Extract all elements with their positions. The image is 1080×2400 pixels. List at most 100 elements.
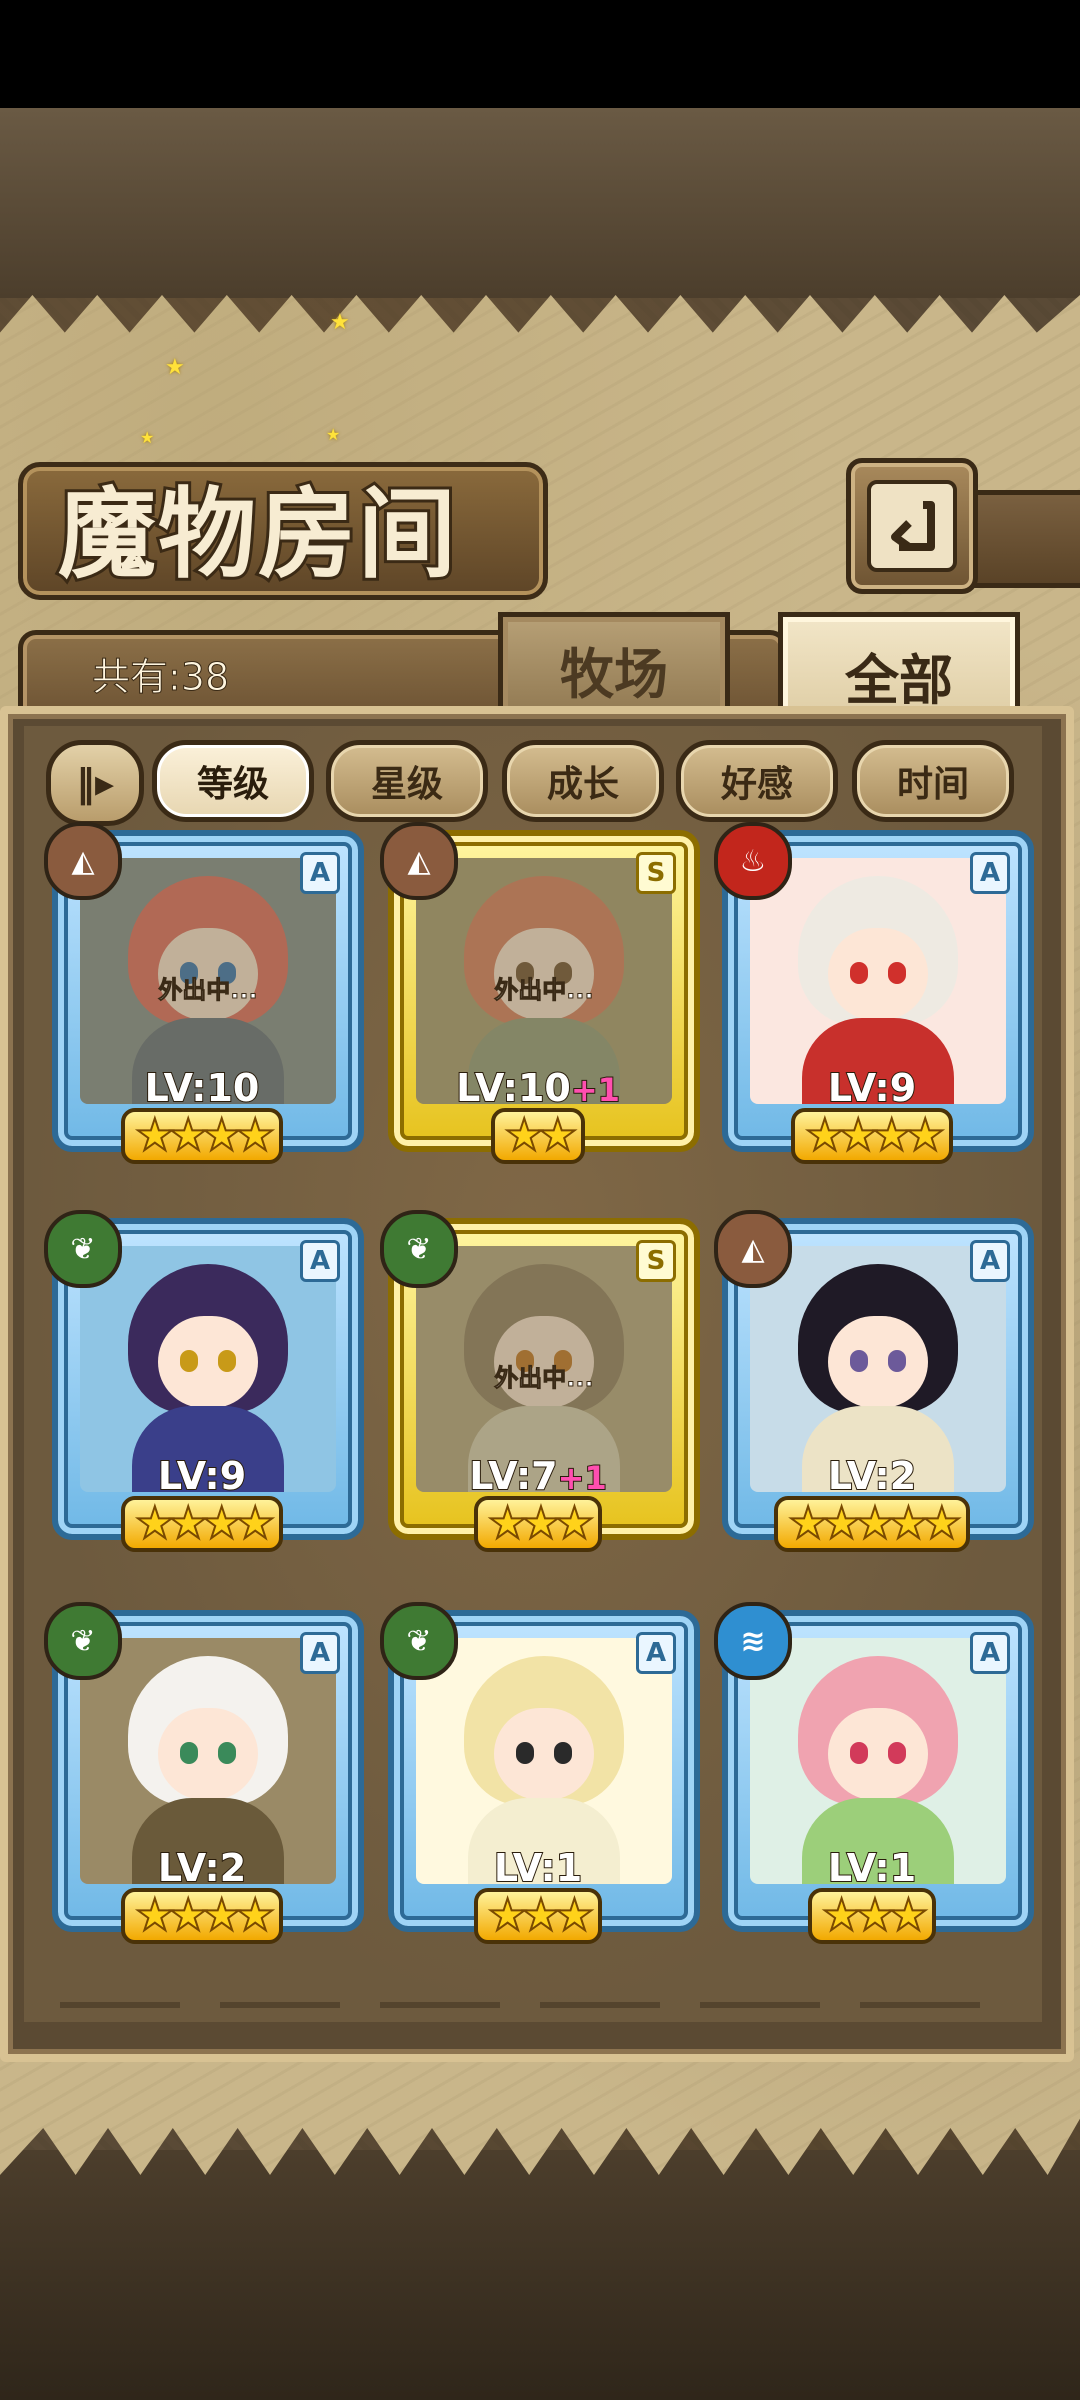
monster-eye <box>850 1742 868 1764</box>
back-arrow-icon <box>867 480 957 572</box>
sort-star-button[interactable]: 星级 <box>326 740 488 822</box>
level-label: LV:1 <box>388 1845 688 1891</box>
star-icons: ★★★ <box>473 1496 603 1552</box>
earth-element-icon: ◭ <box>380 822 458 900</box>
sparkle-icon: ★ <box>140 428 155 447</box>
star-rating: ★★★★ <box>52 1496 352 1552</box>
back-button-rail <box>960 490 1080 588</box>
monster-face <box>494 1708 594 1800</box>
rank-badge: A <box>970 852 1010 894</box>
sort-order-icon: ‖▸ <box>75 761 115 805</box>
grass-element-icon: ❦ <box>380 1602 458 1680</box>
star-rating: ★★ <box>388 1108 688 1164</box>
star-icons: ★★★ <box>473 1888 603 1944</box>
monster-eye <box>180 1350 198 1372</box>
grass-element-icon: ❦ <box>380 1210 458 1288</box>
monster-card[interactable]: A ♨ LV:9 ★★★★ <box>714 822 1034 1164</box>
level-value: LV:7 <box>468 1453 558 1499</box>
rank-badge: A <box>300 1632 340 1674</box>
page-title: 魔物房间 <box>55 474 459 595</box>
level-value: LV:1 <box>493 1845 583 1891</box>
star-rating: ★★★★ <box>52 1888 352 1944</box>
star-rating: ★★★★ <box>52 1108 352 1164</box>
scroll-hint <box>60 2002 1020 2008</box>
monster-face <box>158 1316 258 1408</box>
level-label: LV:1 <box>722 1845 1022 1891</box>
monster-eye <box>850 962 868 984</box>
monster-face <box>828 1316 928 1408</box>
monster-eye <box>888 1350 906 1372</box>
monster-card[interactable]: A ◭ LV:2 ★★★★★ <box>714 1210 1034 1552</box>
monster-eye <box>888 962 906 984</box>
level-value: LV:2 <box>157 1845 247 1891</box>
level-value: LV:10 <box>144 1065 261 1111</box>
level-value: LV:2 <box>827 1453 917 1499</box>
star-rating: ★★★ <box>388 1496 688 1552</box>
level-plus: +1 <box>557 1458 608 1498</box>
back-button[interactable] <box>846 458 978 594</box>
level-value: LV:1 <box>827 1845 917 1891</box>
monster-eye <box>888 1742 906 1764</box>
sort-time-button[interactable]: 时间 <box>852 740 1014 822</box>
monster-card[interactable]: A ❦ LV:9 ★★★★ <box>44 1210 364 1552</box>
rank-badge: A <box>300 852 340 894</box>
monster-card[interactable]: A ≋ LV:1 ★★★ <box>714 1602 1034 1944</box>
monster-card[interactable]: 外出中... S ❦ LV:7+1 ★★★ <box>380 1210 700 1552</box>
monster-eye <box>516 1742 534 1764</box>
rank-badge: S <box>636 1240 676 1282</box>
fire-element-icon: ♨ <box>714 822 792 900</box>
level-value: LV:10 <box>455 1065 572 1111</box>
away-label: 外出中... <box>494 976 594 1005</box>
status-bar <box>0 0 1080 108</box>
level-value: LV:9 <box>827 1065 917 1111</box>
level-label: LV:2 <box>722 1453 1022 1499</box>
sparkle-icon: ★ <box>330 310 350 335</box>
sort-level-button[interactable]: 等级 <box>152 740 314 822</box>
sort-order-toggle[interactable]: ‖▸ <box>46 740 144 826</box>
rank-badge: A <box>300 1240 340 1282</box>
level-label: LV:9 <box>52 1453 352 1499</box>
star-icons: ★★ <box>490 1108 586 1164</box>
level-label: LV:2 <box>52 1845 352 1891</box>
sort-affection-button[interactable]: 好感 <box>676 740 838 822</box>
star-rating: ★★★ <box>388 1888 688 1944</box>
sparkle-icon: ★ <box>165 355 185 380</box>
star-icons: ★★★★ <box>121 1496 283 1552</box>
star-icons: ★★★★ <box>121 1888 283 1944</box>
top-map-band <box>0 108 1080 298</box>
rank-badge: A <box>970 1632 1010 1674</box>
away-label: 外出中... <box>158 976 258 1005</box>
monster-eye <box>850 1350 868 1372</box>
monster-face <box>828 928 928 1020</box>
water-element-icon: ≋ <box>714 1602 792 1680</box>
level-label: LV:10+1 <box>388 1065 688 1111</box>
monster-card[interactable]: 外出中... A ◭ LV:10 ★★★★ <box>44 822 364 1164</box>
star-rating: ★★★★★ <box>722 1496 1022 1552</box>
star-icons: ★★★ <box>807 1888 937 1944</box>
level-label: LV:9 <box>722 1065 1022 1111</box>
earth-element-icon: ◭ <box>714 1210 792 1288</box>
sparkle-icon: ★ <box>326 425 341 444</box>
rank-badge: S <box>636 852 676 894</box>
monster-eye <box>218 1742 236 1764</box>
level-label: LV:10 <box>52 1065 352 1111</box>
star-rating: ★★★ <box>722 1888 1022 1944</box>
earth-element-icon: ◭ <box>44 822 122 900</box>
star-icons: ★★★★ <box>121 1108 283 1164</box>
monster-eye <box>218 1350 236 1372</box>
level-label: LV:7+1 <box>388 1453 688 1499</box>
rank-badge: A <box>970 1240 1010 1282</box>
monster-face <box>158 1708 258 1800</box>
monster-eye <box>180 1742 198 1764</box>
bottom-map-band <box>0 2150 1080 2400</box>
level-plus: +1 <box>570 1070 621 1110</box>
monster-card[interactable]: 外出中... S ◭ LV:10+1 ★★ <box>380 822 700 1164</box>
monster-face <box>828 1708 928 1800</box>
monster-card[interactable]: A ❦ LV:1 ★★★ <box>380 1602 700 1944</box>
monster-eye <box>554 1742 572 1764</box>
sort-growth-button[interactable]: 成长 <box>502 740 664 822</box>
star-rating: ★★★★ <box>722 1108 1022 1164</box>
grass-element-icon: ❦ <box>44 1210 122 1288</box>
monster-card[interactable]: A ❦ LV:2 ★★★★ <box>44 1602 364 1944</box>
monster-count: 共有:38 <box>91 655 230 700</box>
